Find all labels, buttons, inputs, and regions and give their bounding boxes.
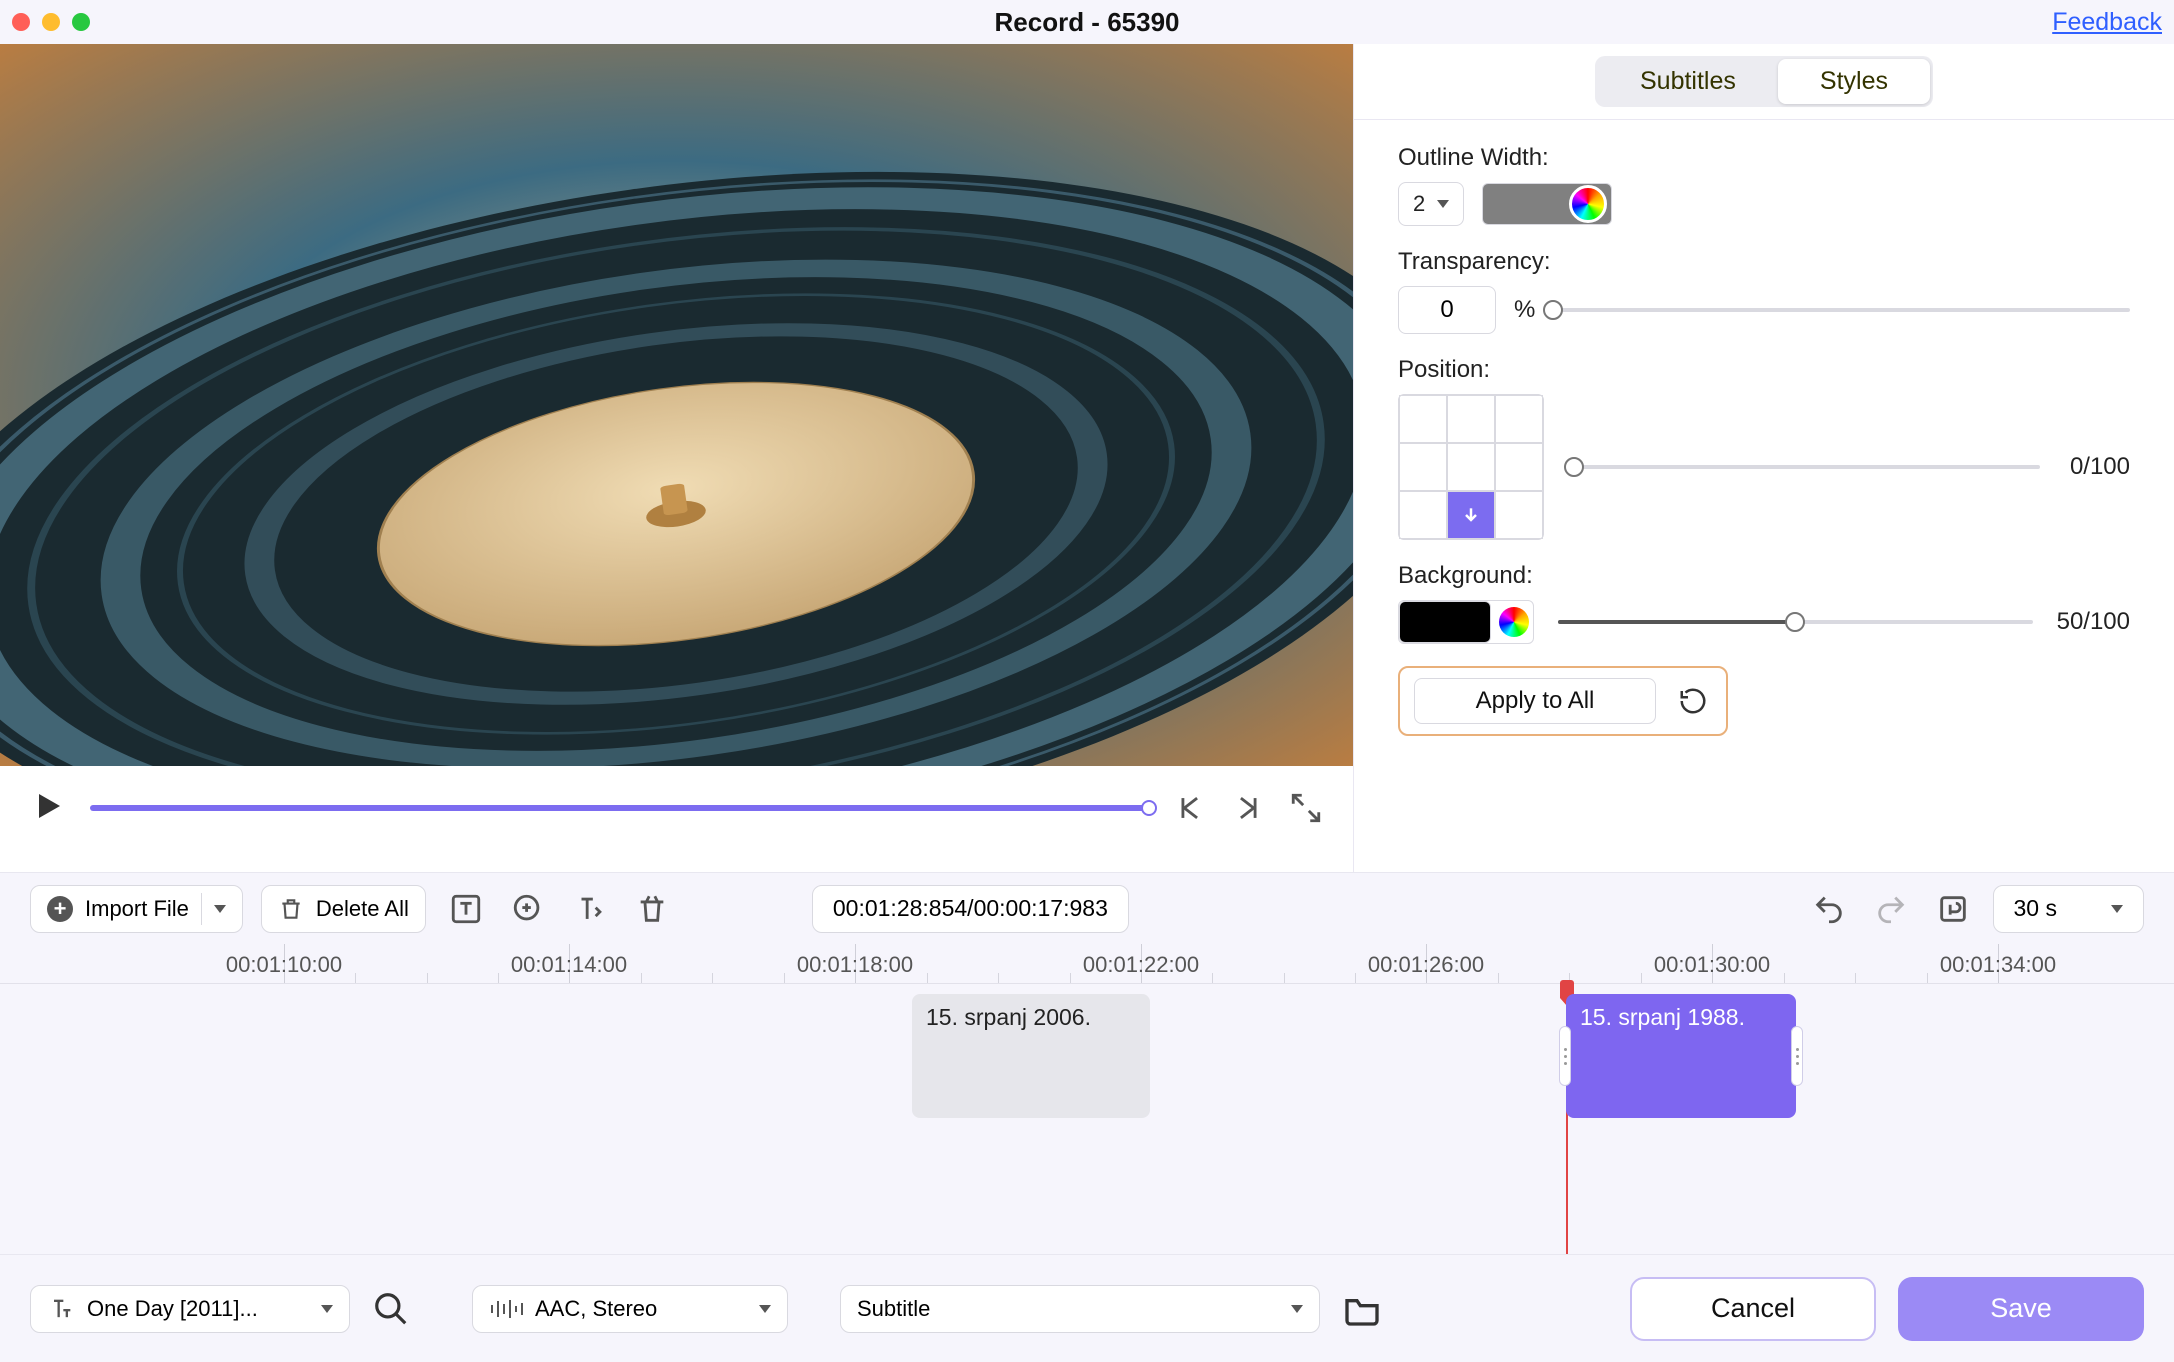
chevron-down-icon bbox=[1437, 200, 1449, 208]
file-select-label: One Day [2011]... bbox=[87, 1296, 309, 1322]
background-label: Background: bbox=[1398, 562, 2130, 590]
snap-button[interactable] bbox=[1931, 887, 1975, 931]
timeline[interactable]: 00:01:10:00 00:01:14:00 00:01:18:00 00:01:2… bbox=[0, 944, 2174, 1254]
colorwheel-icon bbox=[1569, 185, 1607, 223]
next-frame-button[interactable] bbox=[1231, 791, 1265, 825]
outline-width-select[interactable]: 2 bbox=[1398, 182, 1464, 226]
subtitle-select[interactable]: Subtitle bbox=[840, 1285, 1320, 1333]
video-preview[interactable] bbox=[0, 44, 1353, 766]
position-grid[interactable] bbox=[1398, 394, 1544, 540]
cancel-button[interactable]: Cancel bbox=[1630, 1277, 1876, 1341]
chevron-down-icon bbox=[1291, 1305, 1303, 1313]
reset-button[interactable] bbox=[1674, 682, 1712, 720]
zoom-select[interactable]: 30 s bbox=[1993, 885, 2144, 933]
position-slider[interactable] bbox=[1574, 465, 2040, 469]
transparency-input[interactable] bbox=[1398, 286, 1496, 334]
subtitle-clip[interactable]: 15. srpanj 1988. bbox=[1566, 994, 1796, 1118]
titlebar: Record - 65390 Feedback bbox=[0, 0, 2174, 44]
background-color-swatch[interactable] bbox=[1399, 601, 1491, 643]
minimize-window-icon[interactable] bbox=[42, 13, 60, 31]
close-window-icon[interactable] bbox=[12, 13, 30, 31]
chevron-down-icon bbox=[321, 1305, 333, 1313]
audio-wave-icon bbox=[489, 1297, 523, 1321]
tab-bar: Subtitles Styles bbox=[1354, 44, 2174, 119]
plus-icon: + bbox=[47, 896, 73, 922]
progress-slider[interactable] bbox=[90, 805, 1149, 811]
outline-color-swatch[interactable] bbox=[1482, 183, 1612, 225]
audio-select[interactable]: AAC, Stereo bbox=[472, 1285, 788, 1333]
ruler-label: 00:01:18:00 bbox=[797, 952, 913, 978]
timecode-current: 00:01:28:854 bbox=[833, 895, 967, 922]
timecode-display: 00:01:28:854/00:00:17:983 bbox=[812, 885, 1129, 933]
file-select[interactable]: One Day [2011]... bbox=[30, 1285, 350, 1333]
undo-button[interactable] bbox=[1807, 887, 1851, 931]
styles-panel: Subtitles Styles Outline Width: 2 Transp… bbox=[1353, 44, 2174, 872]
transparency-slider[interactable] bbox=[1553, 308, 2130, 312]
redo-button[interactable] bbox=[1869, 887, 1913, 931]
transparency-label: Transparency: bbox=[1398, 248, 2130, 276]
chevron-down-icon bbox=[2111, 905, 2123, 913]
subtitle-select-label: Subtitle bbox=[857, 1296, 1279, 1322]
timeline-toolbar: + Import File Delete All 00:01:28:854/00… bbox=[0, 872, 2174, 944]
delete-all-label: Delete All bbox=[316, 896, 409, 922]
import-file-label: Import File bbox=[85, 896, 189, 922]
fullscreen-window-icon[interactable] bbox=[72, 13, 90, 31]
clip-text: 15. srpanj 1988. bbox=[1580, 1004, 1745, 1031]
subtitle-clip[interactable]: 15. srpanj 2006. bbox=[912, 994, 1150, 1118]
text-file-icon bbox=[47, 1295, 75, 1323]
position-label: Position: bbox=[1398, 356, 2130, 384]
ruler-label: 00:01:30:00 bbox=[1654, 952, 1770, 978]
timeline-ruler[interactable]: 00:01:10:00 00:01:14:00 00:01:18:00 00:01:2… bbox=[0, 944, 2174, 984]
apply-to-all-button[interactable]: Apply to All bbox=[1414, 678, 1656, 724]
background-slider[interactable] bbox=[1558, 620, 2033, 624]
play-button[interactable] bbox=[30, 788, 66, 829]
apply-block: Apply to All bbox=[1398, 666, 1728, 736]
footer: One Day [2011]... AAC, Stereo Subtitle C… bbox=[0, 1254, 2174, 1362]
ruler-label: 00:01:26:00 bbox=[1368, 952, 1484, 978]
chevron-down-icon[interactable] bbox=[214, 905, 226, 913]
background-ratio: 50/100 bbox=[2057, 608, 2130, 636]
ruler-label: 00:01:34:00 bbox=[1940, 952, 2056, 978]
feedback-link[interactable]: Feedback bbox=[2052, 8, 2162, 37]
position-ratio: 0/100 bbox=[2070, 453, 2130, 481]
window-title: Record - 65390 bbox=[995, 7, 1180, 38]
outline-width-label: Outline Width: bbox=[1398, 144, 2130, 172]
tab-styles[interactable]: Styles bbox=[1778, 59, 1930, 104]
window-controls bbox=[12, 13, 90, 31]
open-folder-button[interactable] bbox=[1342, 1289, 1382, 1329]
percent-unit: % bbox=[1514, 296, 1535, 324]
chevron-down-icon bbox=[759, 1305, 771, 1313]
clear-button[interactable] bbox=[630, 887, 674, 931]
delete-all-button[interactable]: Delete All bbox=[261, 885, 426, 933]
save-button[interactable]: Save bbox=[1898, 1277, 2144, 1341]
clip-text: 15. srpanj 2006. bbox=[926, 1004, 1091, 1030]
import-file-button[interactable]: + Import File bbox=[30, 885, 243, 933]
ruler-label: 00:01:14:00 bbox=[511, 952, 627, 978]
clip-resize-handle[interactable] bbox=[1791, 1026, 1803, 1086]
preview-column bbox=[0, 44, 1353, 872]
timeline-track[interactable]: 15. srpanj 2006. 15. srpanj 1988. bbox=[0, 984, 2174, 1254]
timecode-total: 00:00:17:983 bbox=[974, 895, 1108, 922]
outline-width-value: 2 bbox=[1413, 191, 1425, 217]
search-button[interactable] bbox=[372, 1290, 410, 1328]
text-tool-button[interactable] bbox=[568, 887, 612, 931]
position-bottom-center[interactable] bbox=[1447, 491, 1495, 539]
trash-icon bbox=[278, 896, 304, 922]
colorwheel-icon[interactable] bbox=[1499, 607, 1529, 637]
zoom-value: 30 s bbox=[2014, 895, 2057, 922]
add-text-button[interactable] bbox=[444, 887, 488, 931]
ruler-label: 00:01:22:00 bbox=[1083, 952, 1199, 978]
tab-subtitles[interactable]: Subtitles bbox=[1598, 59, 1778, 104]
prev-frame-button[interactable] bbox=[1173, 791, 1207, 825]
audio-select-label: AAC, Stereo bbox=[535, 1296, 747, 1322]
fullscreen-button[interactable] bbox=[1289, 791, 1323, 825]
add-speech-button[interactable] bbox=[506, 887, 550, 931]
clip-resize-handle[interactable] bbox=[1559, 1026, 1571, 1086]
ruler-label: 00:01:10:00 bbox=[226, 952, 342, 978]
playbar bbox=[0, 766, 1353, 850]
